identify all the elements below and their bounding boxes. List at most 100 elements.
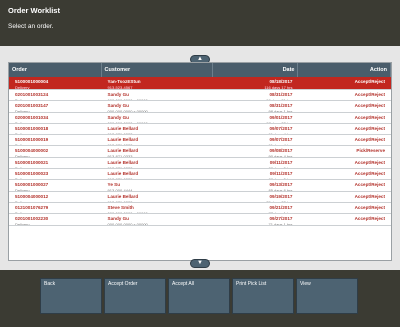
table-row[interactable]: 0121001076279DeliverySteve Smith000-000-… — [9, 203, 391, 215]
customer-cell: Laurie Bellard913-871-0333 — [102, 158, 213, 168]
table-row[interactable]: 0201001003124DeliverySandy Gu000-000-000… — [9, 90, 391, 102]
order-cell: 5100001000019Delivery — [9, 135, 102, 145]
order-type: Delivery — [12, 143, 99, 146]
customer-phone: 000-000-0000 x 00000 — [105, 98, 210, 100]
customer-name: Laurie Bellard — [107, 193, 139, 199]
table-row[interactable]: 5100001000027DeliveryYe Su913-000-444409… — [9, 180, 391, 192]
order-date: 09/21/2017 — [269, 204, 293, 210]
column-header-date[interactable]: Date — [213, 63, 299, 77]
customer-phone: 913-871-0333 — [105, 143, 210, 146]
action-cell: Accept/Reject — [298, 192, 391, 202]
action-cell: Accept/Reject — [298, 214, 391, 224]
order-number: 5100001000027 — [15, 182, 49, 188]
table-row[interactable]: 0201001002230DeliverySandy Gu000-000-000… — [9, 214, 391, 226]
action-cell: Accept/Reject — [298, 101, 391, 111]
back-button[interactable]: Back — [40, 278, 102, 314]
customer-phone: 000-000-0000 x 00000 — [105, 211, 210, 213]
order-type: Delivery — [12, 211, 99, 213]
order-type: Delivery — [15, 85, 30, 89]
order-date: 08/18/2017 — [269, 79, 293, 84]
date-cell: 09/07/201791 days 4 hrs — [213, 124, 299, 134]
order-type: Delivery — [12, 188, 99, 191]
order-type: Delivery — [12, 121, 99, 123]
order-number: 5100001000004 — [15, 79, 49, 84]
action-link[interactable]: Accept/Reject — [352, 91, 388, 98]
customer-cell: Sandy Gu000-000-0000 x 00000 — [102, 90, 213, 100]
order-cell: 0121001076279Delivery — [9, 203, 102, 213]
order-cell: 5100001000018Delivery — [9, 124, 102, 134]
date-cell: 08/31/201798 days 1 hrs — [213, 101, 299, 111]
date-cell: 09/11/201788 days 5 hrs — [213, 169, 299, 179]
action-link[interactable]: Accept/Reject — [352, 125, 388, 132]
customer-cell: Sandy Gu000-000-0000 x 00000 — [102, 214, 213, 224]
customer-cell: Steve Smith000-000-0000 x 00000 — [102, 203, 213, 213]
order-age: 97 days 22 hrs — [216, 121, 296, 123]
action-link[interactable]: Accept/Reject — [352, 114, 388, 121]
column-header-customer[interactable]: Customer — [102, 63, 213, 77]
order-number: 0200001001034 — [15, 114, 49, 120]
date-cell: 09/01/201797 days 22 hrs — [213, 113, 299, 123]
order-age: 98 days 1 hrs — [216, 109, 296, 112]
table-row[interactable]: 5100001000018DeliveryLaurie Bellard913-8… — [9, 124, 391, 136]
order-number: 5100001000023 — [15, 171, 49, 177]
order-type: Delivery — [12, 109, 99, 112]
action-link[interactable]: Pick/Reserve — [353, 147, 388, 154]
date-cell: 09/27/201771 days 1 hrs — [213, 214, 299, 224]
action-link[interactable]: Accept/Reject — [352, 159, 388, 166]
table-row[interactable]: 5100001000004 Delivery Yan-TsozEStun 913-52… — [9, 77, 391, 90]
date-cell: 08/18/2017 116 days 17 hrs — [213, 77, 299, 89]
accept-order-button[interactable]: Accept Order — [104, 278, 166, 314]
action-cell: Accept/Reject — [298, 203, 391, 213]
order-age: 99 days 21 hrs — [216, 98, 296, 100]
customer-name: Ye Su — [107, 182, 121, 188]
order-cell: 5100001000023Delivery — [9, 169, 102, 179]
order-type: Delivery — [12, 177, 99, 179]
action-cell: Accept/Reject — [298, 169, 391, 179]
customer-cell: Sandy Gu000-000-0000 x 00000 — [102, 113, 213, 123]
order-age: 71 days 1 hrs — [216, 222, 296, 225]
action-link[interactable]: Accept/Reject — [352, 215, 388, 222]
order-cell: 0201001002230Delivery — [9, 214, 102, 224]
table-row[interactable]: 5100001000021DeliveryLaurie Bellard913-8… — [9, 158, 391, 170]
table-row[interactable]: 0201001003147DeliverySandy Gu000-000-000… — [9, 101, 391, 113]
order-type: Delivery — [12, 98, 99, 100]
customer-cell: Yan-TsozEStun 913-523-4567 — [102, 77, 213, 89]
table-row[interactable]: 5100001000019DeliveryLaurie Bellard913-8… — [9, 135, 391, 147]
action-link[interactable]: Accept/Reject — [352, 204, 388, 211]
order-type: Delivery — [12, 166, 99, 168]
action-link[interactable]: Accept/Reject — [352, 136, 388, 143]
customer-name: Laurie Bellard — [107, 148, 139, 154]
action-cell: Accept/Reject — [298, 113, 391, 123]
print-pick-list-button[interactable]: Print Pick List — [232, 278, 294, 314]
customer-cell: Laurie Bellard913-871-0333 — [102, 124, 213, 134]
date-cell: 09/13/201785 days 6 hrs — [213, 180, 299, 190]
table-row[interactable]: 5100001000023DeliveryLaurie Bellard913-8… — [9, 169, 391, 181]
column-header-order[interactable]: Order — [9, 63, 102, 77]
date-cell: 09/11/201788 days 5 hrs — [213, 158, 299, 168]
order-age: 88 days 5 hrs — [216, 177, 296, 179]
order-date: 08/31/2017 — [269, 92, 293, 97]
action-link[interactable]: Accept/Reject — [352, 181, 388, 188]
column-header-action[interactable]: Action — [298, 63, 391, 77]
order-date: 09/27/2017 — [269, 216, 293, 222]
action-link[interactable]: Accept/Reject — [352, 193, 388, 200]
customer-name: Steve Smith — [107, 204, 134, 210]
customer-name: Sandy Gu — [107, 103, 129, 109]
action-link[interactable]: Accept/Reject — [352, 78, 388, 85]
table-row[interactable]: 5100004000002DeliveryLaurie Bellard913-8… — [9, 146, 391, 158]
view-button[interactable]: View — [296, 278, 358, 314]
customer-name: Sandy Gu — [107, 114, 129, 120]
action-link[interactable]: Accept/Reject — [352, 170, 388, 177]
action-link[interactable]: Accept/Reject — [352, 102, 388, 109]
order-age: 91 days 4 hrs — [216, 132, 296, 134]
page-title: Order Worklist — [8, 6, 60, 15]
table-body: 5100001000004 Delivery Yan-TsozEStun 913-52… — [9, 77, 391, 226]
order-age: 116 days 17 hrs — [264, 85, 293, 89]
table-row[interactable]: 0200001001034DeliverySandy Gu000-000-000… — [9, 113, 391, 124]
order-number: 5100001000021 — [15, 159, 49, 165]
table-row[interactable]: 5100004000012DeliveryLaurie Bellard913-8… — [9, 192, 391, 203]
customer-phone: 913-871-0333 — [105, 200, 210, 202]
scroll-down-button[interactable]: ▼ — [190, 259, 210, 268]
accept-all-button[interactable]: Accept All — [168, 278, 230, 314]
customer-phone: 913-871-0333 — [105, 132, 210, 134]
